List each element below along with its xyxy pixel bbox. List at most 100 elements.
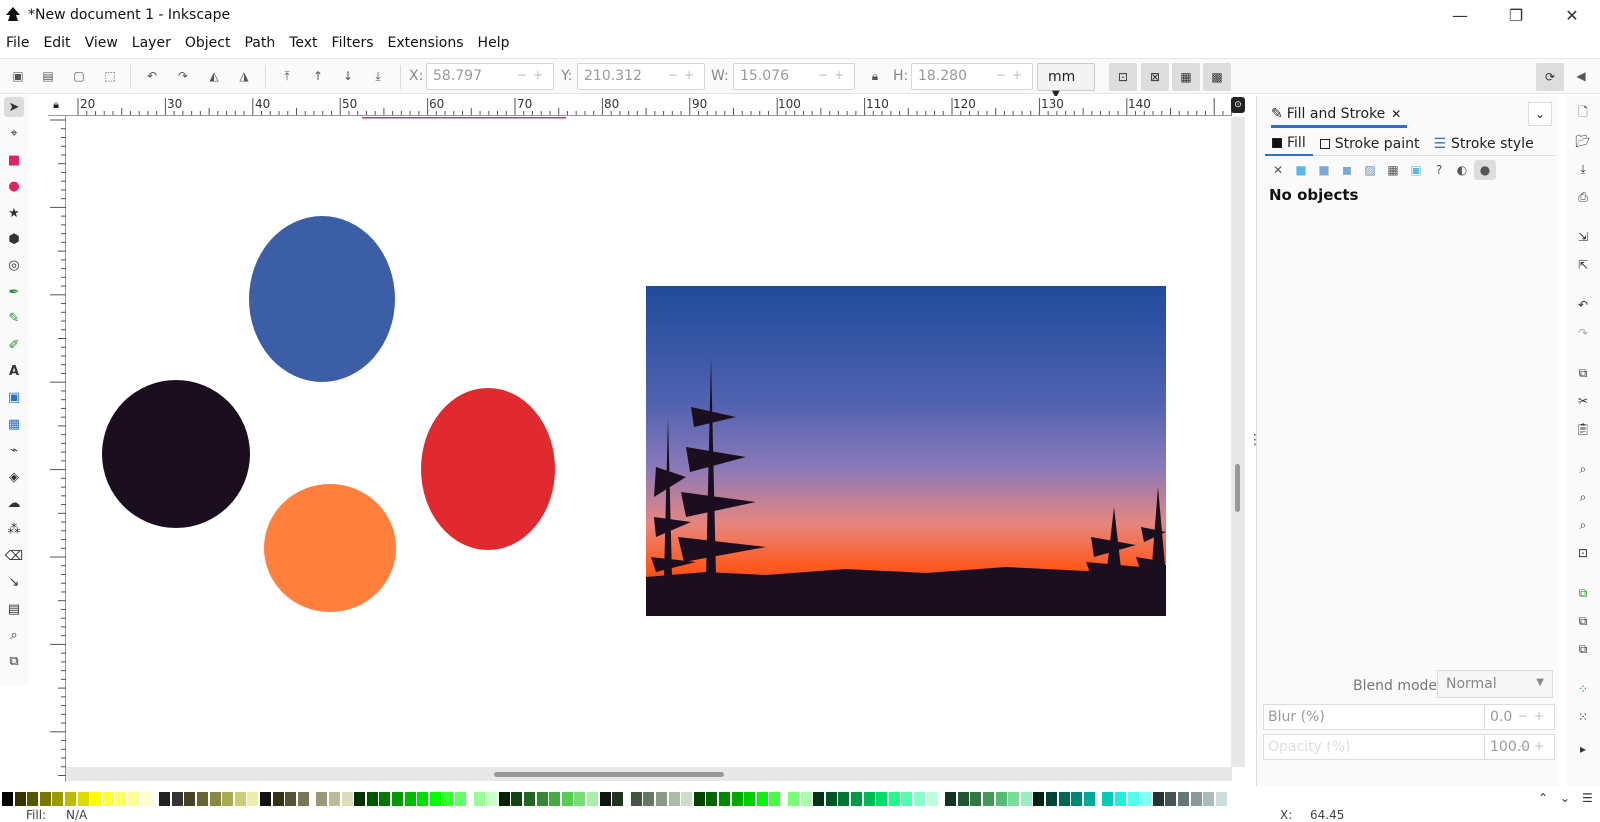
snap-toggle-icon[interactable]: ⟳	[1536, 63, 1564, 91]
x-stepper-icon[interactable]: −+	[517, 68, 549, 82]
menu-view[interactable]: View	[78, 35, 125, 51]
palette-swatch[interactable]	[392, 792, 403, 806]
lower-to-bottom-icon[interactable]: ⤓	[369, 67, 387, 85]
palette-swatch[interactable]	[209, 792, 221, 806]
palette-swatch[interactable]	[285, 792, 297, 806]
unlink-clone-icon[interactable]: ⧉	[1574, 640, 1592, 658]
palette-swatch[interactable]	[442, 792, 454, 806]
palette-swatch[interactable]	[115, 792, 127, 806]
palette-swatch[interactable]	[549, 792, 561, 806]
palette-swatch[interactable]	[524, 792, 535, 806]
more-commands-icon[interactable]: ▸	[1574, 740, 1592, 758]
dropper-tool-icon[interactable]: ⌁	[4, 440, 24, 460]
move-gradients-icon[interactable]: ▦	[1172, 63, 1200, 91]
flip-horizontal-icon[interactable]: ◭	[205, 67, 223, 85]
palette-swatch[interactable]	[197, 792, 208, 806]
palette-swatch[interactable]	[945, 792, 957, 806]
menu-text[interactable]: Text	[282, 35, 324, 51]
tab-fill[interactable]: Fill	[1265, 132, 1313, 156]
palette-swatch[interactable]	[14, 792, 26, 806]
palette-swatch[interactable]	[888, 792, 900, 806]
palette-swatch[interactable]	[140, 792, 152, 806]
palette-swatch[interactable]	[341, 792, 353, 806]
palette-swatch[interactable]	[983, 792, 994, 806]
palette-swatch[interactable]	[498, 792, 510, 806]
x-field[interactable]: 58.797 −+	[426, 63, 554, 90]
group-icon[interactable]: ⁘	[1574, 680, 1592, 698]
palette-swatch[interactable]	[769, 792, 781, 806]
scale-stroke-icon[interactable]: ⊡	[1109, 63, 1137, 91]
palette-swatch[interactable]	[379, 792, 391, 806]
vertical-scrollbar[interactable]	[1231, 117, 1245, 767]
touch-select-icon[interactable]: ⬚	[101, 67, 119, 85]
no-paint-icon[interactable]: ✕	[1267, 160, 1289, 180]
clone-icon[interactable]: ⧉	[1574, 612, 1592, 630]
ellipse-tool-icon[interactable]: ●	[4, 176, 24, 196]
palette-swatch[interactable]	[1071, 792, 1083, 806]
spiral-tool-icon[interactable]: ◎	[4, 255, 24, 275]
mesh-tool-icon[interactable]: ▦	[4, 414, 24, 434]
pattern-icon[interactable]: ▦	[1382, 160, 1404, 180]
palette-swatch[interactable]	[788, 792, 799, 806]
text-tool-icon[interactable]: A	[4, 361, 24, 381]
palette-swatch[interactable]	[429, 792, 441, 806]
menu-path[interactable]: Path	[237, 35, 282, 51]
palette-swatch[interactable]	[159, 792, 171, 806]
copy-icon[interactable]: ⧉	[1574, 364, 1592, 382]
zoom-selection-icon[interactable]: ⌕	[1574, 460, 1592, 478]
palette-swatch[interactable]	[2, 792, 13, 806]
deselect-icon[interactable]: ▢	[70, 67, 88, 85]
unit-select[interactable]: mm ▼	[1037, 63, 1095, 100]
palette-swatch[interactable]	[272, 792, 284, 806]
select-all-icon[interactable]: ▣	[9, 67, 27, 85]
zoom-drawing-icon[interactable]: ⌕	[1574, 488, 1592, 506]
duplicate-icon[interactable]: ⧉	[1574, 584, 1592, 602]
rotate-ccw-icon[interactable]: ↶	[143, 67, 161, 85]
hscroll-thumb[interactable]	[494, 772, 724, 777]
paste-icon[interactable]: 📋︎	[1574, 420, 1592, 438]
lower-icon[interactable]: ↓	[339, 67, 357, 85]
palette-swatch[interactable]	[668, 792, 680, 806]
palette-swatch[interactable]	[825, 792, 837, 806]
palette-swatch[interactable]	[800, 792, 812, 806]
sunset-photo[interactable]	[646, 286, 1166, 616]
h-stepper-icon[interactable]: −+	[996, 68, 1028, 82]
palette-swatch[interactable]	[1140, 792, 1152, 806]
pen-tool-icon[interactable]: ✒	[4, 282, 24, 302]
palette-swatch[interactable]	[77, 792, 89, 806]
palette-swatch[interactable]	[851, 792, 862, 806]
restore-button[interactable]: ❐	[1488, 0, 1544, 30]
opacity-stepper-icon[interactable]: −+	[1518, 739, 1550, 753]
palette-swatch[interactable]	[171, 792, 183, 806]
palette-swatch[interactable]	[39, 792, 51, 806]
calligraphy-tool-icon[interactable]: ✐	[4, 335, 24, 355]
flip-vertical-icon[interactable]: ◮	[235, 67, 253, 85]
palette-swatch[interactable]	[90, 792, 102, 806]
palette-swatch[interactable]	[561, 792, 573, 806]
dock-menu-chevron-icon[interactable]: ⌄	[1528, 102, 1552, 126]
zoom-tool-icon[interactable]: ⌕	[4, 625, 24, 645]
h-field[interactable]: 18.280 −+	[911, 63, 1033, 90]
palette-swatch[interactable]	[65, 792, 76, 806]
palette-swatch[interactable]	[744, 792, 756, 806]
palette-swatch[interactable]	[260, 792, 271, 806]
pencil-tool-icon[interactable]: ✎	[4, 308, 24, 328]
palette-swatch[interactable]	[234, 792, 246, 806]
palette-swatch[interactable]	[297, 792, 309, 806]
palette-swatch[interactable]	[901, 792, 913, 806]
palette-swatch[interactable]	[1115, 792, 1126, 806]
palette-swatch[interactable]	[1178, 792, 1189, 806]
palette-swatch[interactable]	[536, 792, 548, 806]
new-document-icon[interactable]: 🗋	[1574, 104, 1592, 122]
palette-swatch[interactable]	[404, 792, 416, 806]
vscroll-thumb[interactable]	[1235, 464, 1240, 512]
palette-swatch[interactable]	[957, 792, 969, 806]
palette-swatch[interactable]	[1203, 792, 1215, 806]
linear-gradient-icon[interactable]: ■	[1313, 160, 1335, 180]
eraser-tool-icon[interactable]: ⌫	[4, 546, 24, 566]
palette-swatch[interactable]	[473, 792, 485, 806]
menu-edit[interactable]: Edit	[36, 35, 77, 51]
mesh-gradient-icon[interactable]: ▨	[1359, 160, 1381, 180]
zoom-correction-icon[interactable]: ⊙	[1231, 97, 1245, 113]
connector-tool-icon[interactable]: ↘	[4, 572, 24, 592]
